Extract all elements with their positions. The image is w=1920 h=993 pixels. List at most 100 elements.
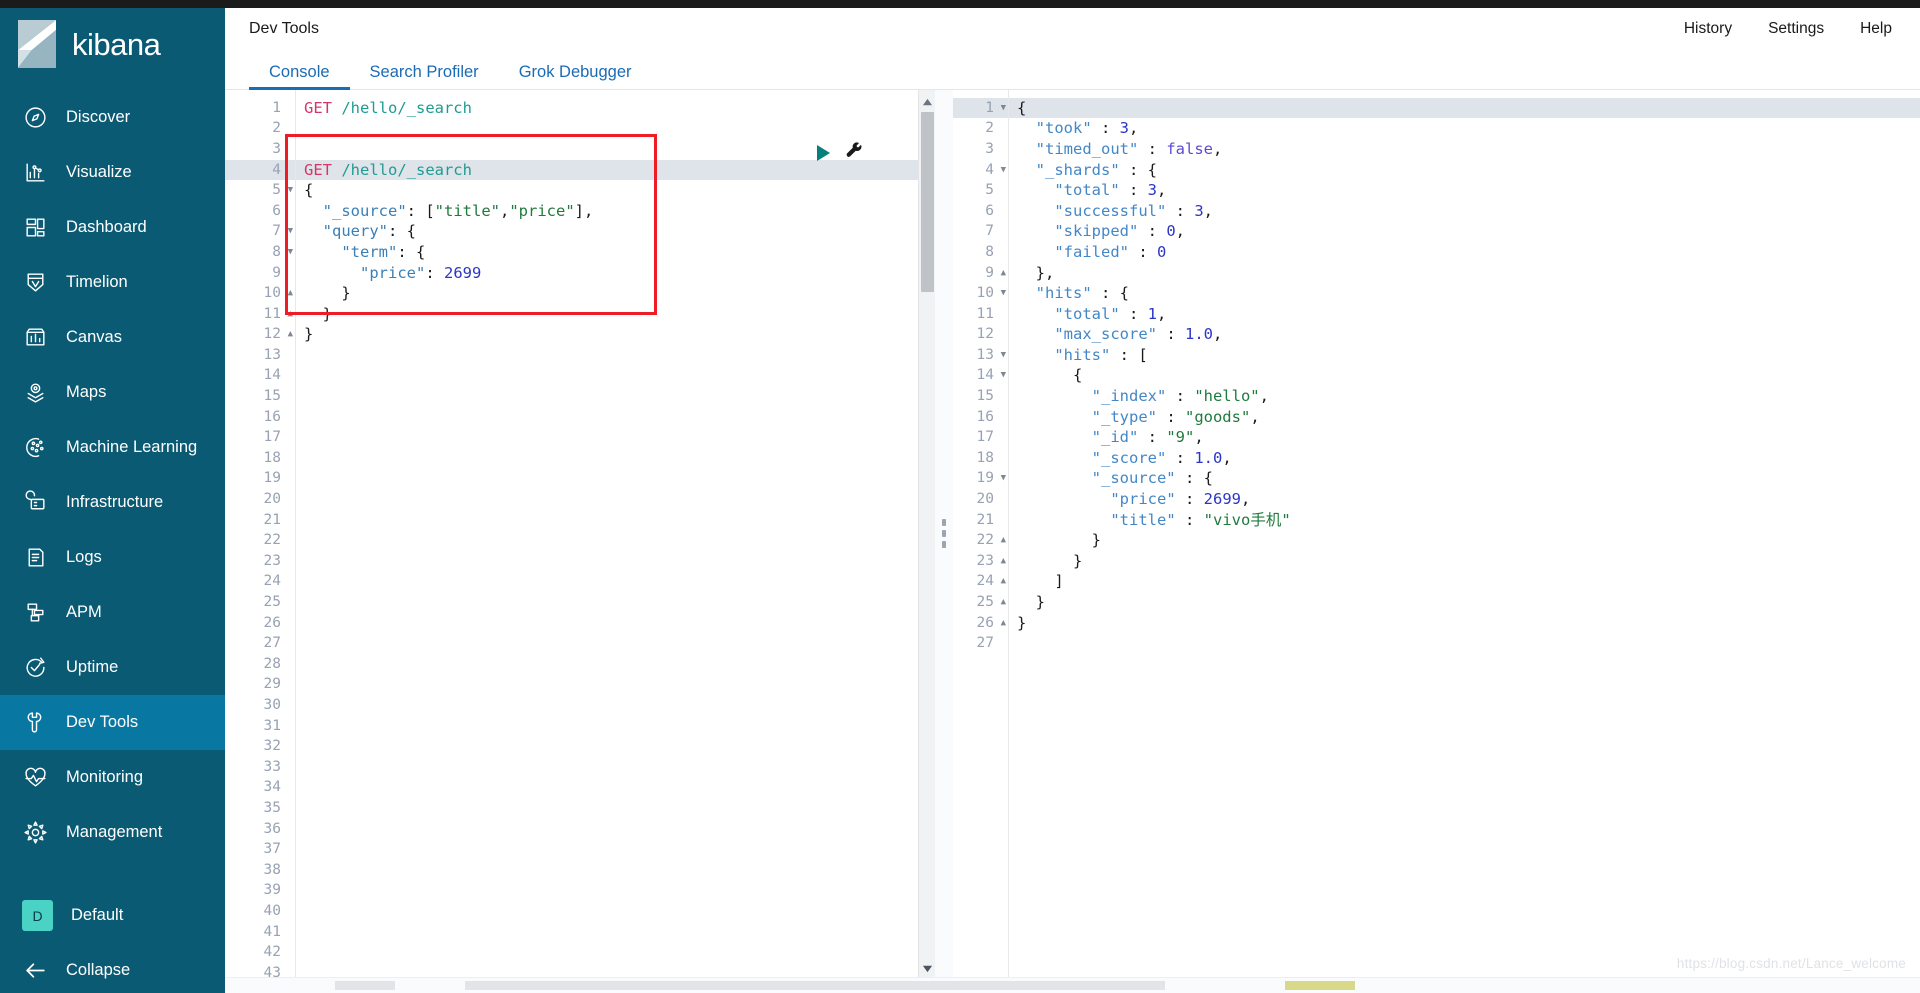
response-code-line[interactable]: "_index" : "hello", (1009, 386, 1920, 407)
request-code-line[interactable] (296, 365, 935, 386)
hscroll-segment-left[interactable] (335, 981, 395, 990)
sidebar-item-visualize[interactable]: Visualize (0, 145, 225, 200)
request-code-line[interactable] (296, 427, 935, 448)
request-code-line[interactable] (296, 716, 935, 737)
scroll-down-arrow-icon[interactable] (922, 961, 933, 973)
fold-collapse-icon[interactable]: ▼ (288, 221, 293, 242)
request-code-line[interactable]: { (296, 180, 935, 201)
sidebar-item-management[interactable]: Management (0, 805, 225, 860)
request-vertical-scrollbar[interactable] (918, 89, 935, 977)
request-code-line[interactable]: GET /hello/_search (296, 98, 935, 119)
request-editor-pane[interactable]: 1 2 3 4 5 ▼ 6 7 ▼ 8 ▼ 9 10 ▲ 11 ▲ 12 ▲ 13 14 15 16 17 18 19 20 21 2… (225, 89, 935, 977)
response-code-line[interactable]: "_type" : "goods", (1009, 407, 1920, 428)
tab-console[interactable]: Console (249, 64, 350, 90)
pane-splitter-handle[interactable] (935, 89, 953, 977)
response-code-line[interactable]: "max_score" : 1.0, (1009, 324, 1920, 345)
sidebar-item-dashboard[interactable]: Dashboard (0, 200, 225, 255)
response-code-line[interactable]: "failed" : 0 (1009, 242, 1920, 263)
history-link[interactable]: History (1684, 20, 1732, 38)
request-code-line[interactable] (296, 839, 935, 860)
request-code-line[interactable] (296, 571, 935, 592)
request-code-line[interactable] (296, 345, 935, 366)
fold-expand-icon[interactable]: ▲ (288, 283, 293, 304)
sidebar-item-timelion[interactable]: Timelion (0, 255, 225, 310)
sidebar-item-dev-tools[interactable]: Dev Tools (0, 695, 225, 750)
request-code-line[interactable] (296, 736, 935, 757)
sidebar-item-infrastructure[interactable]: Infrastructure (0, 475, 225, 530)
request-code-line[interactable] (296, 448, 935, 469)
request-code-line[interactable] (296, 901, 935, 922)
request-code-line[interactable] (296, 530, 935, 551)
hscroll-segment-mid[interactable] (465, 981, 1165, 990)
request-editor[interactable]: 1 2 3 4 5 ▼ 6 7 ▼ 8 ▼ 9 10 ▲ 11 ▲ 12 ▲ 13 14 15 16 17 18 19 20 21 2… (225, 89, 935, 977)
fold-collapse-icon[interactable]: ▼ (1001, 98, 1006, 119)
response-code-line[interactable]: } (1009, 530, 1920, 551)
fold-expand-icon[interactable]: ▲ (1001, 592, 1006, 613)
fold-collapse-icon[interactable]: ▼ (288, 242, 293, 263)
fold-expand-icon[interactable]: ▲ (1001, 530, 1006, 551)
request-options-icon[interactable] (846, 142, 863, 164)
horizontal-scroll-track[interactable] (225, 981, 1920, 990)
request-code-line[interactable] (296, 510, 935, 531)
response-code-line[interactable]: }, (1009, 263, 1920, 284)
response-code-line[interactable]: "_source" : { (1009, 468, 1920, 489)
sidebar-item-machine-learning[interactable]: Machine Learning (0, 420, 225, 475)
hscroll-segment-right[interactable] (1285, 981, 1355, 990)
request-code-line[interactable]: "price": 2699 (296, 263, 935, 284)
request-code-line[interactable] (296, 942, 935, 963)
help-link[interactable]: Help (1860, 20, 1892, 38)
request-code-line[interactable] (296, 963, 935, 977)
response-code-line[interactable]: "price" : 2699, (1009, 489, 1920, 510)
sidebar-collapse-button[interactable]: Collapse (0, 943, 225, 993)
fold-expand-icon[interactable]: ▲ (1001, 613, 1006, 634)
request-code-line[interactable] (296, 118, 935, 139)
request-code-line[interactable] (296, 633, 935, 654)
request-code-line[interactable] (296, 880, 935, 901)
response-viewer[interactable]: 1 ▼ 2 3 4 ▼ 5 6 7 8 9 ▲ 10 ▼ 11 12 13 ▼ 14 ▼ 15 16 17 18 19 ▼ 20 21… (953, 89, 1920, 977)
response-code-line[interactable]: "hits" : { (1009, 283, 1920, 304)
response-code-line[interactable]: "title" : "vivo手机" (1009, 510, 1920, 531)
request-code-body[interactable]: GET /hello/_search GET /hello/_search { "… (295, 89, 935, 977)
request-code-line[interactable] (296, 613, 935, 634)
response-pane[interactable]: 1 ▼ 2 3 4 ▼ 5 6 7 8 9 ▲ 10 ▼ 11 12 13 ▼ 14 ▼ 15 16 17 18 19 ▼ 20 21… (953, 89, 1920, 977)
request-code-line[interactable] (296, 468, 935, 489)
sidebar-item-maps[interactable]: Maps (0, 365, 225, 420)
response-code-line[interactable]: "took" : 3, (1009, 118, 1920, 139)
request-code-line[interactable]: "query": { (296, 221, 935, 242)
bottom-scroll-bar[interactable] (225, 977, 1920, 993)
play-request-icon[interactable] (817, 144, 830, 161)
request-code-line[interactable] (296, 407, 935, 428)
fold-expand-icon[interactable]: ▲ (288, 324, 293, 345)
sidebar-item-logs[interactable]: Logs (0, 530, 225, 585)
response-code-line[interactable]: { (1009, 365, 1920, 386)
sidebar-item-space-default[interactable]: D Default (0, 888, 225, 943)
response-code-line[interactable]: } (1009, 592, 1920, 613)
response-code-line[interactable]: ] (1009, 571, 1920, 592)
brand-header[interactable]: kibana (0, 8, 225, 80)
request-code-line[interactable]: "term": { (296, 242, 935, 263)
request-code-line[interactable]: } (296, 304, 935, 325)
response-code-line[interactable]: "skipped" : 0, (1009, 221, 1920, 242)
response-code-line[interactable]: } (1009, 613, 1920, 634)
fold-collapse-icon[interactable]: ▼ (1001, 283, 1006, 304)
fold-expand-icon[interactable]: ▲ (1001, 571, 1006, 592)
request-code-line[interactable] (296, 654, 935, 675)
tab-grok-debugger[interactable]: Grok Debugger (499, 64, 652, 89)
response-code-line[interactable]: "timed_out" : false, (1009, 139, 1920, 160)
response-code-line[interactable]: "hits" : [ (1009, 345, 1920, 366)
fold-expand-icon[interactable]: ▲ (1001, 551, 1006, 572)
sidebar-item-monitoring[interactable]: Monitoring (0, 750, 225, 805)
request-code-line[interactable]: "_source": ["title","price"], (296, 201, 935, 222)
response-code-line[interactable]: { (1009, 97, 1920, 119)
fold-expand-icon[interactable]: ▲ (1001, 263, 1006, 284)
request-code-line[interactable] (296, 489, 935, 510)
request-code-line[interactable] (296, 860, 935, 881)
response-code-line[interactable]: "total" : 1, (1009, 304, 1920, 325)
response-code-line[interactable]: "_shards" : { (1009, 160, 1920, 181)
fold-collapse-icon[interactable]: ▼ (1001, 468, 1006, 489)
settings-link[interactable]: Settings (1768, 20, 1824, 38)
response-code-line[interactable]: "_score" : 1.0, (1009, 448, 1920, 469)
fold-expand-icon[interactable]: ▲ (288, 304, 293, 325)
sidebar-item-uptime[interactable]: Uptime (0, 640, 225, 695)
tab-search-profiler[interactable]: Search Profiler (350, 64, 499, 89)
